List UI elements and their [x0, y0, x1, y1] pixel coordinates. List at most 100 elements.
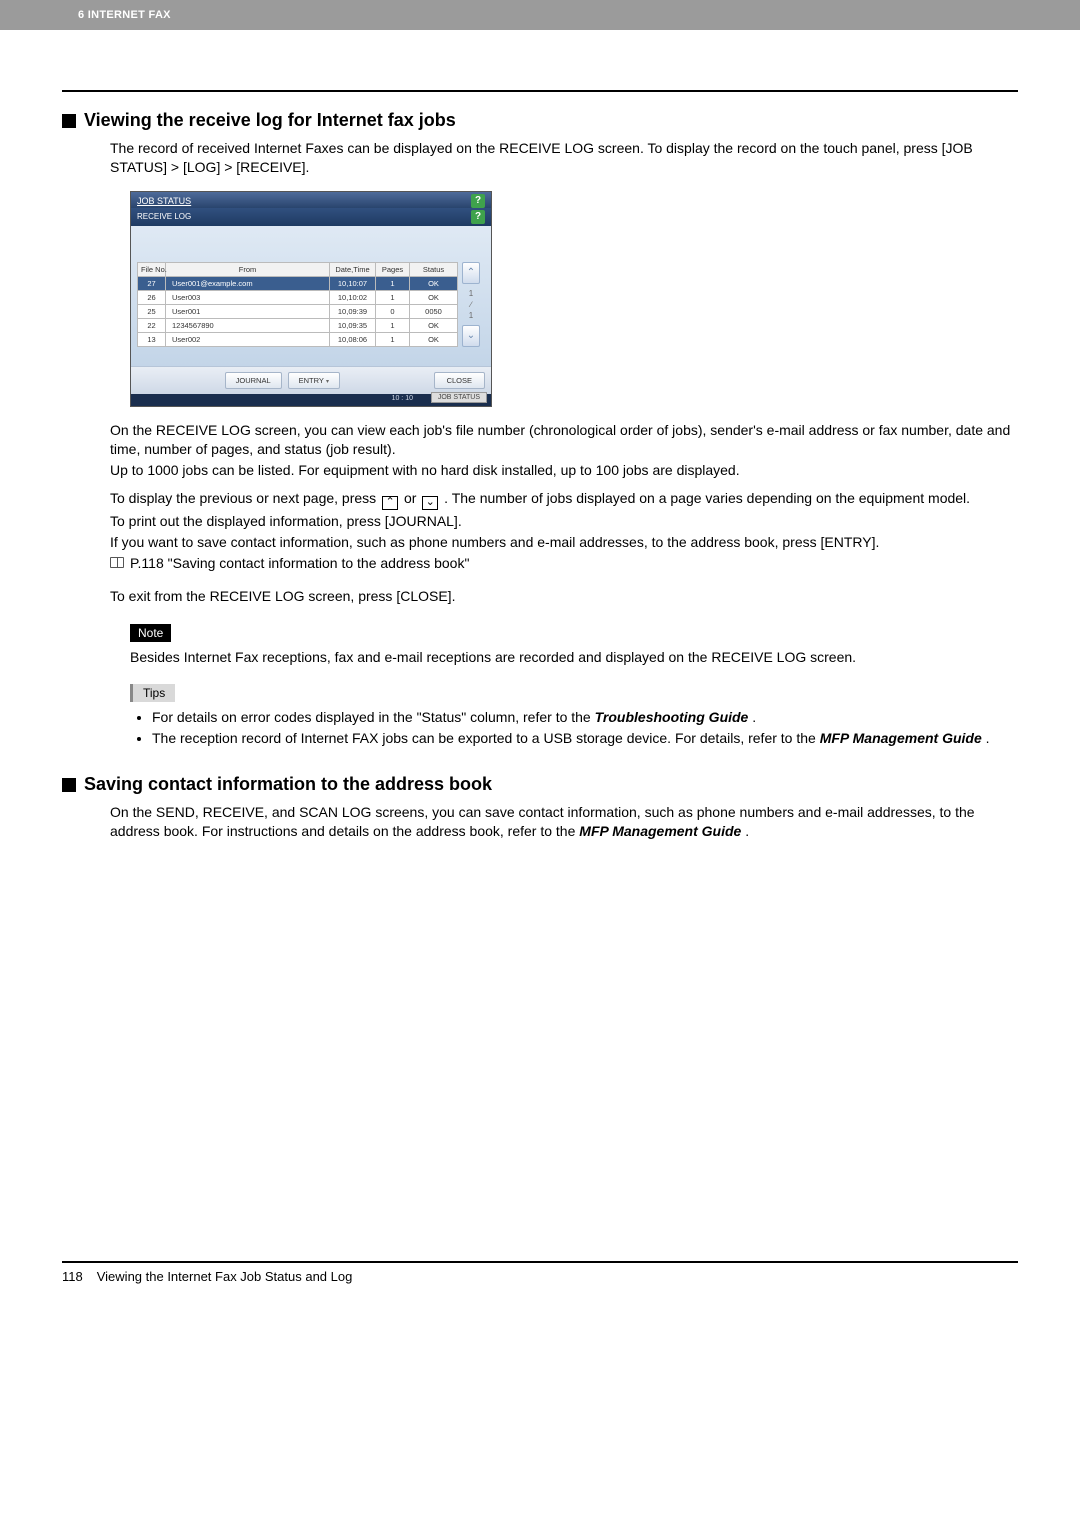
cell-file: 26: [138, 290, 166, 304]
tips2-post: .: [986, 730, 990, 746]
col-pages[interactable]: Pages: [376, 262, 410, 276]
crossref-text: P.118 "Saving contact information to the…: [130, 554, 469, 573]
page-indicator: 1 ∕ 1: [462, 284, 480, 325]
screenshot-footer: JOURNAL ENTRY▾ CLOSE: [131, 366, 491, 394]
note-paragraph: Besides Internet Fax receptions, fax and…: [130, 648, 1018, 667]
tips1-pre: For details on error codes displayed in …: [152, 709, 595, 725]
close-button[interactable]: CLOSE: [434, 372, 485, 389]
cell-date: 10,10:07: [330, 276, 376, 290]
cell-from: User001: [166, 304, 330, 318]
cell-pages: 1: [376, 276, 410, 290]
p-capacity: Up to 1000 jobs can be listed. For equip…: [110, 461, 1018, 480]
heading-square-icon: [62, 778, 76, 792]
tips2-em: MFP Management Guide: [820, 730, 982, 746]
chapter-label: 6 INTERNET FAX: [78, 9, 171, 21]
entry-button[interactable]: ENTRY▾: [288, 372, 340, 389]
tips1-post: .: [752, 709, 756, 725]
section2-body: On the SEND, RECEIVE, and SCAN LOG scree…: [110, 803, 1018, 841]
heading-square-icon: [62, 114, 76, 128]
cell-status: OK: [410, 332, 458, 346]
table-scroll-column: ⌃ 1 ∕ 1 ⌄: [462, 262, 480, 347]
cell-pages: 1: [376, 290, 410, 304]
col-status[interactable]: Status: [410, 262, 458, 276]
job-status-chip[interactable]: JOB STATUS: [431, 392, 487, 403]
col-file[interactable]: File No.: [138, 262, 166, 276]
screenshot-titlebar: JOB STATUS ?: [131, 192, 491, 208]
table-header-row: File No. From Date,Time Pages Status: [138, 262, 458, 276]
section1-intro: The record of received Internet Faxes ca…: [110, 139, 1018, 177]
p-exit: To exit from the RECEIVE LOG screen, pre…: [110, 587, 1018, 606]
bottom-rule: [62, 1261, 1018, 1263]
mfp-screenshot: JOB STATUS ? RECEIVE LOG ? File No. From…: [130, 191, 492, 407]
up-arrow-icon: ⌃: [382, 496, 398, 510]
page-number: 118: [62, 1269, 83, 1284]
journal-button[interactable]: JOURNAL: [225, 372, 282, 389]
cell-file: 22: [138, 318, 166, 332]
section2-title: Saving contact information to the addres…: [84, 774, 492, 795]
cell-from: User003: [166, 290, 330, 304]
table-row[interactable]: 22123456789010,09:351OK: [138, 318, 458, 332]
col-from[interactable]: From: [166, 262, 330, 276]
cell-status: 0050: [410, 304, 458, 318]
help-icon-sub[interactable]: ?: [471, 210, 485, 224]
table-row[interactable]: 13User00210,08:061OK: [138, 332, 458, 346]
cell-file: 25: [138, 304, 166, 318]
tips2-pre: The reception record of Internet FAX job…: [152, 730, 820, 746]
p-save-entry: If you want to save contact information,…: [110, 533, 1018, 552]
book-icon: [110, 557, 124, 568]
screenshot-statusbar: 10 : 10 JOB STATUS: [131, 394, 491, 406]
tips-label: Tips: [130, 684, 175, 702]
section-heading-saving: Saving contact information to the addres…: [62, 774, 1018, 795]
screenshot-title: JOB STATUS: [137, 196, 191, 206]
cell-file: 27: [138, 276, 166, 290]
p-navigation: To display the previous or next page, pr…: [110, 489, 1018, 510]
note-block: Note: [130, 624, 1018, 642]
scroll-up-button[interactable]: ⌃: [462, 262, 480, 284]
note-text: Besides Internet Fax receptions, fax and…: [130, 648, 1018, 667]
cell-pages: 1: [376, 332, 410, 346]
tips-item-1: For details on error codes displayed in …: [152, 708, 1018, 727]
section1-body: On the RECEIVE LOG screen, you can view …: [110, 421, 1018, 606]
nav-mid: or: [404, 490, 420, 506]
cell-from: User001@example.com: [166, 276, 330, 290]
screenshot-body: File No. From Date,Time Pages Status 27U…: [131, 226, 491, 366]
receive-log-table: File No. From Date,Time Pages Status 27U…: [137, 262, 458, 347]
sec2-em: MFP Management Guide: [579, 823, 741, 839]
cell-date: 10,08:06: [330, 332, 376, 346]
page-separator: ∕: [470, 300, 471, 309]
entry-button-label: ENTRY: [299, 376, 324, 385]
cell-from: 1234567890: [166, 318, 330, 332]
down-arrow-icon: ⌄: [422, 496, 438, 510]
section-title: Viewing the receive log for Internet fax…: [84, 110, 456, 131]
cell-pages: 0: [376, 304, 410, 318]
cell-from: User002: [166, 332, 330, 346]
nav-pre: To display the previous or next page, pr…: [110, 490, 380, 506]
cell-date: 10,10:02: [330, 290, 376, 304]
cell-pages: 1: [376, 318, 410, 332]
sec2-pre: On the SEND, RECEIVE, and SCAN LOG scree…: [110, 804, 975, 839]
p-print-journal: To print out the displayed information, …: [110, 512, 1018, 531]
table-row[interactable]: 27User001@example.com10,10:071OK: [138, 276, 458, 290]
help-icon[interactable]: ?: [471, 194, 485, 208]
table-row[interactable]: 26User00310,10:021OK: [138, 290, 458, 304]
table-row[interactable]: 25User00110,09:3900050: [138, 304, 458, 318]
top-rule: [62, 90, 1018, 92]
page-header-band: 6 INTERNET FAX: [0, 0, 1080, 30]
tips1-em: Troubleshooting Guide: [595, 709, 749, 725]
cell-status: OK: [410, 290, 458, 304]
cell-status: OK: [410, 318, 458, 332]
p-crossref: P.118 "Saving contact information to the…: [110, 554, 1018, 573]
page-footer: 118 Viewing the Internet Fax Job Status …: [62, 1269, 1018, 1284]
tips-text: For details on error codes displayed in …: [130, 708, 1018, 748]
cell-status: OK: [410, 276, 458, 290]
entry-caret-icon: ▾: [324, 379, 329, 385]
col-date[interactable]: Date,Time: [330, 262, 376, 276]
cell-date: 10,09:35: [330, 318, 376, 332]
section-heading-viewing: Viewing the receive log for Internet fax…: [62, 110, 1018, 131]
note-label: Note: [130, 624, 171, 642]
tips-block: Tips: [130, 684, 1018, 702]
scroll-down-button[interactable]: ⌄: [462, 325, 480, 347]
section2-paragraph: On the SEND, RECEIVE, and SCAN LOG scree…: [110, 803, 1018, 841]
screenshot-subtitle: RECEIVE LOG: [137, 212, 191, 221]
tips-item-2: The reception record of Internet FAX job…: [152, 729, 1018, 748]
